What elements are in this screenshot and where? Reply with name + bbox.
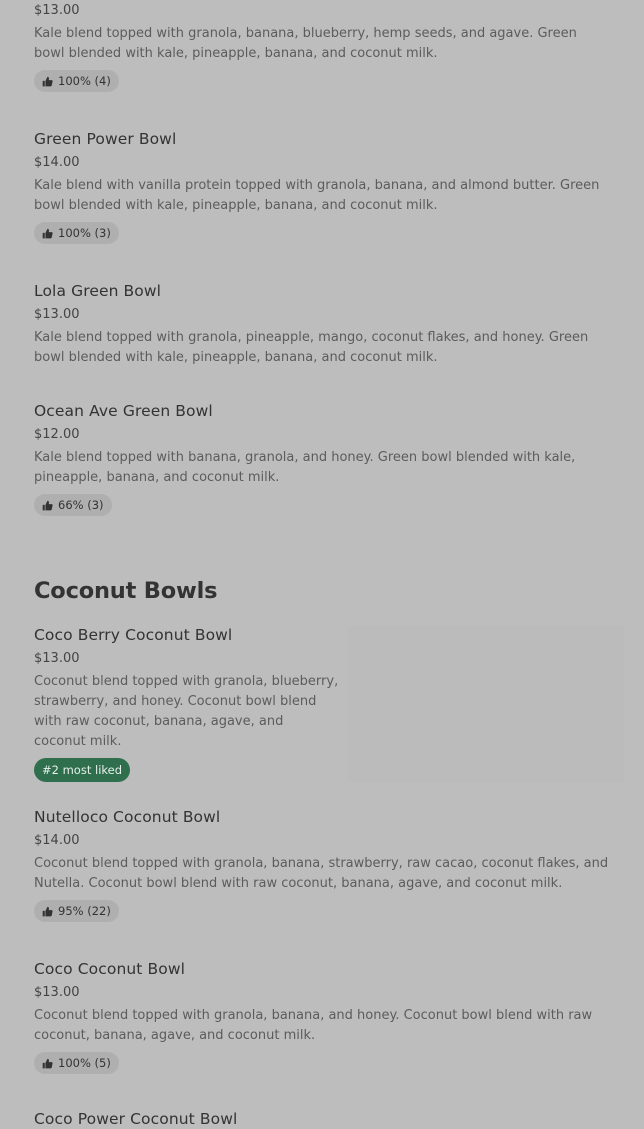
item-price: $13.00 bbox=[34, 3, 80, 18]
most-liked-badge: #2 most liked bbox=[34, 758, 131, 782]
menu-item[interactable]: Lola Green Bowl $13.00 Kale blend topped… bbox=[34, 281, 619, 368]
rating-text: 66% (3) bbox=[58, 498, 104, 512]
item-description: Kale blend topped with granola, banana, … bbox=[34, 26, 577, 61]
item-name: Green Power Bowl bbox=[34, 130, 177, 148]
item-name: Lola Green Bowl bbox=[34, 282, 162, 300]
item-price: $14.00 bbox=[34, 833, 80, 848]
item-name: Nutelloco Coconut Bowl bbox=[34, 808, 221, 826]
item-price: $14.00 bbox=[34, 155, 80, 170]
menu-item[interactable]: Coco Coconut Bowl $13.00 Coconut blend t… bbox=[34, 959, 594, 1074]
thumbs-up-icon bbox=[42, 500, 53, 510]
rating-text: 95% (22) bbox=[58, 904, 111, 918]
thumbs-up-icon bbox=[42, 76, 53, 86]
item-price: $13.00 bbox=[34, 985, 80, 1000]
section-title: Coconut Bowls bbox=[34, 578, 218, 604]
item-price: $13.00 bbox=[34, 651, 80, 666]
item-name: Coco Berry Coconut Bowl bbox=[34, 626, 233, 644]
rating-text: 100% (5) bbox=[58, 1056, 111, 1070]
rating-text: 100% (3) bbox=[58, 226, 111, 240]
item-description: Coconut blend topped with granola, blueb… bbox=[34, 674, 339, 749]
menu-item[interactable]: Green Power Bowl $14.00 Kale blend with … bbox=[34, 129, 619, 244]
item-photo[interactable] bbox=[348, 626, 624, 782]
item-price: $13.00 bbox=[34, 307, 80, 322]
menu-item[interactable]: $13.00 Kale blend topped with granola, b… bbox=[34, 2, 604, 92]
item-price: $12.00 bbox=[34, 427, 80, 442]
rating-badge: 95% (22) bbox=[34, 900, 119, 922]
item-name: Ocean Ave Green Bowl bbox=[34, 402, 213, 420]
menu-item[interactable]: Ocean Ave Green Bowl $12.00 Kale blend t… bbox=[34, 401, 594, 516]
rating-badge: 66% (3) bbox=[34, 494, 112, 516]
item-name: Coco Power Coconut Bowl bbox=[34, 1110, 238, 1128]
rating-badge: 100% (5) bbox=[34, 1052, 119, 1074]
rating-badge: 100% (4) bbox=[34, 70, 119, 92]
thumbs-up-icon bbox=[42, 1058, 53, 1068]
menu-page: $13.00 Kale blend topped with granola, b… bbox=[0, 0, 644, 1128]
menu-item[interactable]: Coco Berry Coconut Bowl $13.00 Coconut b… bbox=[34, 625, 339, 782]
item-description: Kale blend with vanilla protein topped w… bbox=[34, 178, 600, 213]
menu-item[interactable]: Nutelloco Coconut Bowl $14.00 Coconut bl… bbox=[34, 807, 609, 922]
thumbs-up-icon bbox=[42, 906, 53, 916]
item-description: Kale blend topped with granola, pineappl… bbox=[34, 330, 589, 365]
rating-text: 100% (4) bbox=[58, 74, 111, 88]
item-description: Coconut blend topped with granola, banan… bbox=[34, 856, 609, 891]
item-description: Kale blend topped with banana, granola, … bbox=[34, 450, 576, 485]
thumbs-up-icon bbox=[42, 228, 53, 238]
item-name: Coco Coconut Bowl bbox=[34, 960, 186, 978]
rating-badge: 100% (3) bbox=[34, 222, 119, 244]
menu-item[interactable]: Coco Power Coconut Bowl bbox=[34, 1109, 594, 1129]
item-description: Coconut blend topped with granola, banan… bbox=[34, 1008, 593, 1043]
